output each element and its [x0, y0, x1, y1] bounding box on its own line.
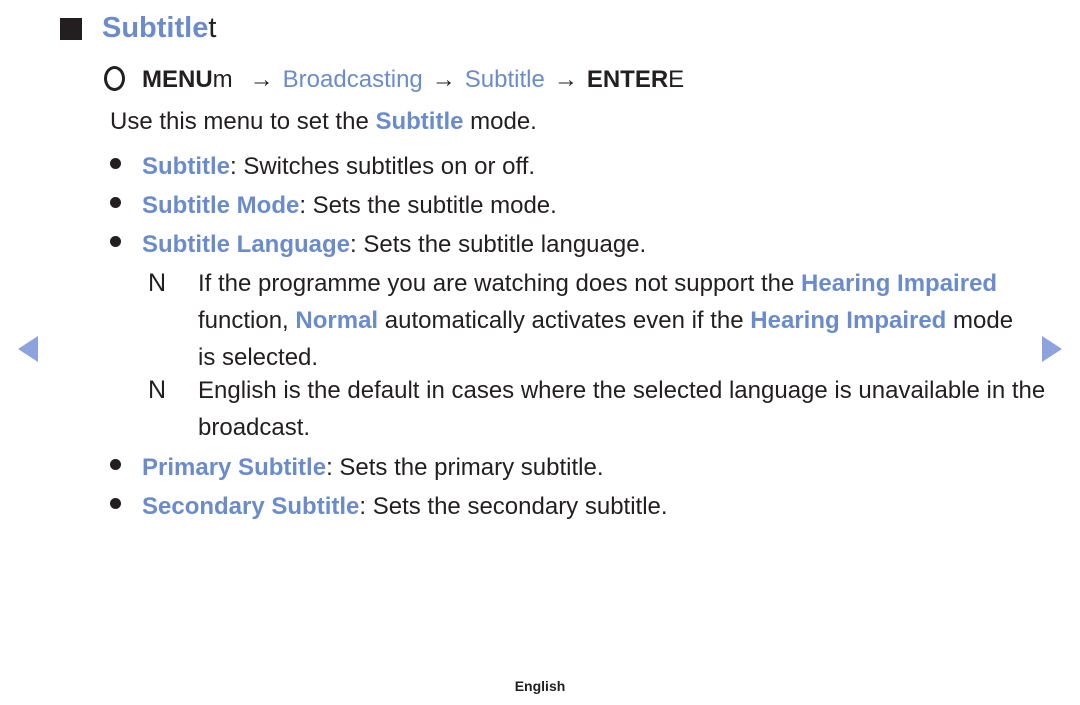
- bullet-dot-icon: [110, 158, 121, 169]
- list-item: Primary Subtitle: Sets the primary subti…: [110, 456, 604, 480]
- list-item-term: Secondary Subtitle: [142, 493, 360, 520]
- list-item-content: Subtitle: Switches subtitles on or off.: [142, 155, 535, 179]
- note-segment: function,: [198, 307, 296, 334]
- intro-paragraph: Use this menu to set the Subtitle mode.: [110, 110, 537, 134]
- menu-button-label[interactable]: MENU: [142, 66, 213, 93]
- note-block: N English is the default in cases where …: [148, 372, 1048, 446]
- enter-button-label[interactable]: ENTER: [587, 66, 668, 93]
- list-item-content: Subtitle Mode: Sets the subtitle mode.: [142, 194, 557, 218]
- intro-text-before: Use this menu to set the: [110, 108, 376, 135]
- note-marker-icon: N: [148, 269, 167, 297]
- intro-text-after: mode.: [463, 108, 537, 135]
- list-item-content: Primary Subtitle: Sets the primary subti…: [142, 456, 604, 480]
- list-item-term: Subtitle Language: [142, 231, 351, 258]
- page-title-highlight: Subtitle: [102, 12, 209, 44]
- bullet-dot-icon: [110, 197, 121, 208]
- list-item: Subtitle: Switches subtitles on or off.: [110, 155, 535, 179]
- list-item: Secondary Subtitle: Sets the secondary s…: [110, 495, 668, 519]
- bullet-dot-icon: [110, 498, 121, 509]
- next-page-arrow-icon[interactable]: [1042, 336, 1062, 362]
- previous-page-arrow-icon[interactable]: [18, 336, 38, 362]
- page-title-suffix: t: [208, 12, 217, 44]
- menu-item-subtitle[interactable]: Subtitle: [465, 66, 545, 93]
- section-square-marker-icon: [60, 17, 82, 40]
- page-title-text: Subtitlet: [102, 14, 216, 43]
- list-item-description: : Switches subtitles on or off.: [230, 153, 536, 180]
- manual-page: Subtitlet MENUm → Broadcasting → Subtitle → EN…: [0, 0, 1080, 705]
- footer-language-label: English: [514, 678, 566, 694]
- note-block: N If the programme you are watching does…: [148, 265, 1028, 376]
- menu-item-broadcasting[interactable]: Broadcasting: [283, 66, 423, 93]
- list-item-term: Subtitle Mode: [142, 192, 300, 219]
- list-item: Subtitle Mode: Sets the subtitle mode.: [110, 194, 557, 218]
- list-item-content: Secondary Subtitle: Sets the secondary s…: [142, 495, 668, 519]
- list-item-description: : Sets the primary subtitle.: [326, 454, 604, 481]
- note-marker-icon: N: [148, 376, 167, 404]
- list-item-term: Primary Subtitle: [142, 454, 327, 481]
- list-item-term: Subtitle: [142, 153, 230, 180]
- menu-path-line: MENUm → Broadcasting → Subtitle → ENTERE: [142, 68, 684, 92]
- menu-path-breadcrumb: MENUm → Broadcasting → Subtitle → ENTERE: [104, 62, 684, 92]
- note-segment: automatically activates even if the: [378, 307, 751, 334]
- intro-highlight: Subtitle: [375, 108, 464, 135]
- note-text: If the programme you are watching does n…: [198, 265, 1028, 376]
- bullet-dot-icon: [110, 236, 121, 247]
- enter-button-suffix: E: [668, 66, 685, 93]
- page-title: Subtitlet: [60, 14, 216, 43]
- path-arrow-3-icon: →: [553, 66, 578, 93]
- bullet-dot-icon: [110, 459, 121, 470]
- list-item-description: : Sets the subtitle mode.: [299, 192, 557, 219]
- list-item-content: Subtitle Language: Sets the subtitle lan…: [142, 233, 646, 257]
- note-segment: If the programme you are watching does n…: [198, 270, 802, 297]
- list-item: Subtitle Language: Sets the subtitle lan…: [110, 233, 646, 257]
- menu-button-suffix: m: [212, 66, 233, 93]
- note-highlight: Hearing Impaired: [801, 270, 998, 297]
- note-highlight: Normal: [295, 307, 379, 334]
- note-text: English is the default in cases where th…: [198, 372, 1048, 446]
- list-item-description: : Sets the subtitle language.: [350, 231, 647, 258]
- list-item-description: : Sets the secondary subtitle.: [359, 493, 668, 520]
- circle-marker-icon: [104, 66, 125, 91]
- note-highlight: Hearing Impaired: [750, 307, 947, 334]
- path-arrow-1-icon: →: [249, 66, 274, 93]
- note-segment: English is the default in cases where th…: [198, 377, 1046, 441]
- path-arrow-2-icon: →: [431, 66, 456, 93]
